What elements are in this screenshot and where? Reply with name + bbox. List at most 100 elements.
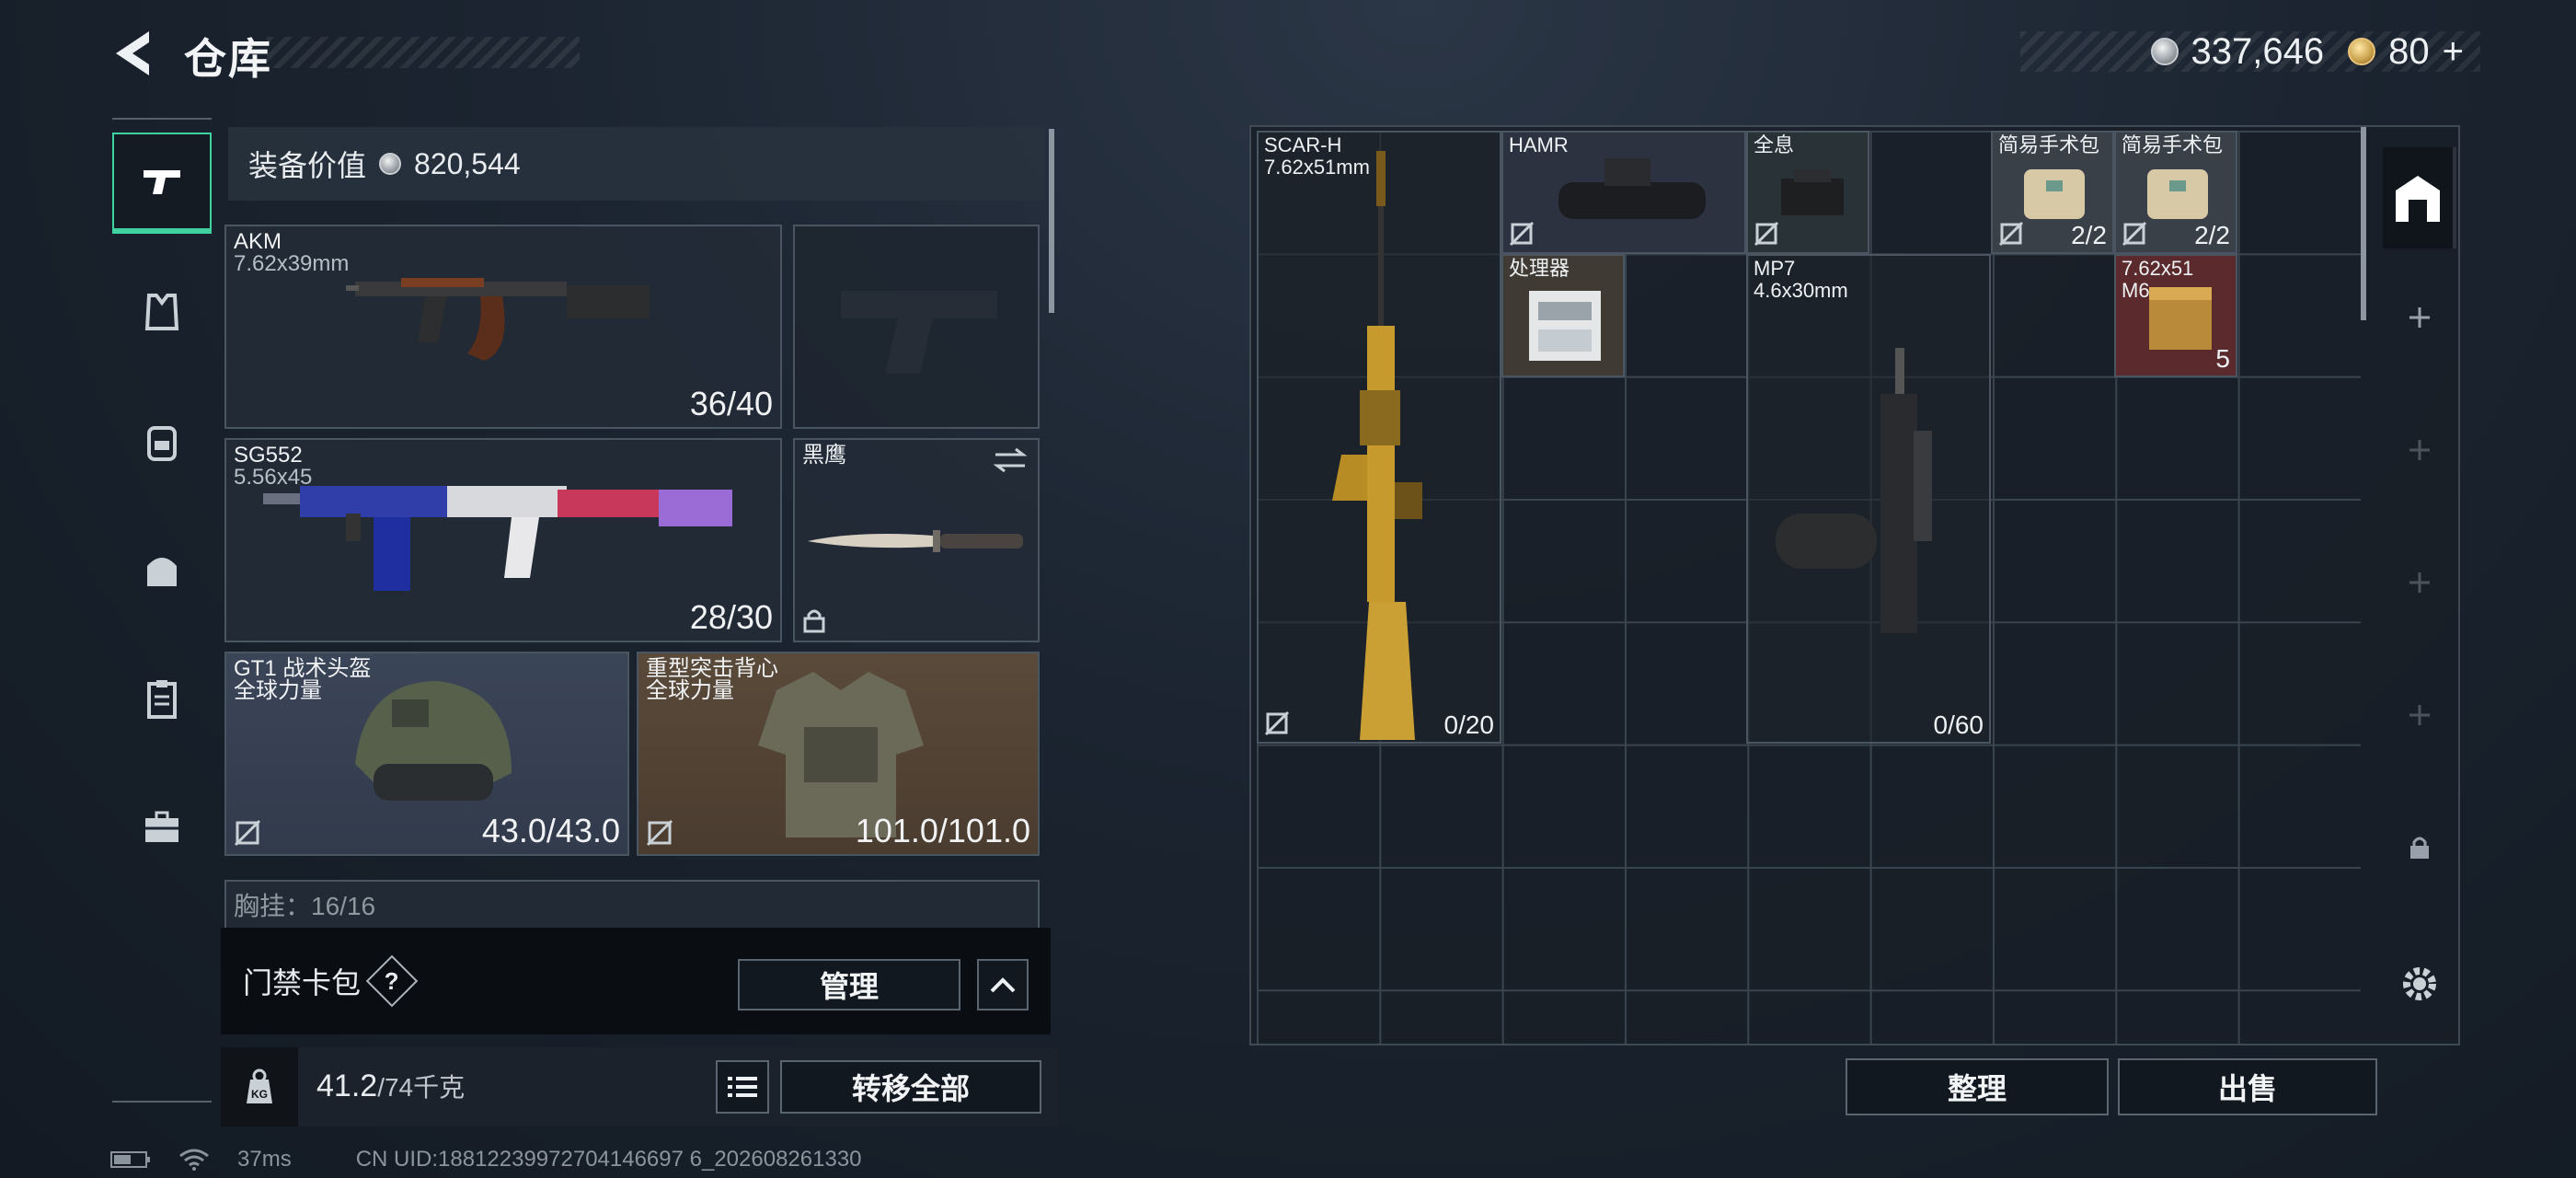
item-count: 0/20 [1443,710,1495,739]
gold-add-button[interactable]: + [2443,31,2464,73]
hamr-scope-image [1558,158,1706,219]
stash-item-mp7[interactable]: MP7 4.6x30mm 0/60 [1746,254,1991,744]
stash-item-medkit[interactable]: 简易手术包 2/2 [1991,131,2114,254]
stash-grid: SCAR-H 7.62x51mm 0/20 HAMR 全息 简易手术包 2/2 … [1249,125,2460,1045]
tab-clipboard[interactable] [112,648,212,749]
item-count: 2/2 [2071,221,2107,249]
stash-page-add[interactable] [2383,399,2456,501]
collapse-button[interactable] [977,959,1029,1011]
list-icon [728,1077,757,1097]
stash-page-add[interactable] [2383,267,2456,368]
wifi-icon [179,1149,209,1171]
weapon-ammo: 36/40 [689,385,773,422]
stash-item-ammo-box[interactable]: 7.62x51 M6... 5 [2114,254,2237,377]
pistol-icon [144,170,180,194]
item-name: 7.62x51 [2122,257,2194,280]
chevron-up-icon [990,977,1016,993]
helmet-slot[interactable]: GT1 战术头盔 全球力量 43.0/43.0 [224,652,629,856]
primary-weapon-slot[interactable]: AKM 7.62x39mm 36/40 [224,225,782,429]
weight-kg-icon: KG [247,1068,272,1103]
status-line: 37ms CN UID:18812239972704146697 6_20260… [110,1147,862,1172]
backpack-icon [147,426,177,461]
equipment-value-label: 装备价值 [248,149,367,182]
swap-arrows-icon[interactable] [992,447,1029,473]
stash-page-rail [2383,129,2456,1049]
no-repair-icon [1998,221,2024,247]
lock-icon [2410,837,2429,859]
stash-page-add[interactable] [2383,532,2456,633]
ping-readout: 37ms [237,1147,292,1172]
briefcase-icon [145,811,178,842]
stash-item-medkit[interactable]: 简易手术包 2/2 [2114,131,2237,254]
stash-scrollbar[interactable] [2361,127,2366,320]
clipboard-icon [147,680,177,719]
item-name: 处理器 [1509,257,1570,280]
item-name: MP7 [1754,257,1796,280]
stash-page-locked[interactable] [2383,797,2456,898]
silver-amount: 337,646 [2191,30,2325,72]
gold-amount: 80 [2388,30,2430,72]
sort-button[interactable]: 整理 [1846,1058,2109,1115]
melee-name: 黑鹰 [802,443,846,468]
plus-icon [2409,440,2430,460]
medkit-image [2147,169,2208,219]
pistol-silhouette-icon [841,291,997,374]
stash-page-home[interactable] [2383,147,2456,248]
tab-weapons[interactable] [112,133,212,234]
no-repair-icon [1264,710,1290,736]
stash-item-holo-sight[interactable]: 全息 [1746,131,1869,254]
item-count: 0/60 [1933,710,1984,739]
loadout-scrollbar[interactable] [1049,129,1054,313]
help-button[interactable]: ? [365,954,419,1008]
no-repair-icon [234,819,261,847]
back-arrow-icon [116,31,149,75]
item-count: 2/2 [2194,221,2230,249]
helmet-brand: 全球力量 [234,678,322,703]
armor-brand: 全球力量 [646,678,734,703]
lock-icon [803,609,825,633]
back-button[interactable] [109,28,164,79]
warehouse-icon [2396,176,2440,222]
tab-case[interactable] [112,777,212,878]
weight-readout: 41.2/74千克 [316,1068,465,1104]
weight-max: /74千克 [377,1073,466,1102]
plus-icon [2409,572,2430,593]
category-nav [112,118,212,1103]
plus-icon [2409,705,2430,725]
weight-current: 41.2 [316,1068,378,1103]
settings-button[interactable] [2383,933,2456,1034]
chest-rig-slot[interactable]: 胸挂：16/16 [224,880,1040,928]
no-repair-icon [1509,221,1535,247]
stash-page-add[interactable] [2383,664,2456,766]
gear-icon [2403,967,2436,1000]
no-repair-icon [2122,221,2147,247]
equipment-value-bar: 装备价值 820,544 [228,127,1045,201]
no-repair-icon [1754,221,1779,247]
sidearm-slot[interactable] [793,225,1040,429]
title-hatch [267,37,580,68]
sg552-rifle-image [263,486,732,591]
battery-icon [110,1151,150,1168]
currency-bar: 337,646 80 + [2020,31,2480,72]
sell-button[interactable]: 出售 [2118,1058,2377,1115]
secondary-weapon-slot[interactable]: SG552 5.56x45 28/30 [224,438,782,642]
tab-pouch[interactable] [112,519,212,620]
stash-item-scar-h[interactable]: SCAR-H 7.62x51mm 0/20 [1257,131,1501,744]
armor-durability: 101.0/101.0 [855,812,1030,849]
armor-slot[interactable]: 重型突击背心 全球力量 101.0/101.0 [637,652,1040,856]
stash-item-processor[interactable]: 处理器 [1501,254,1625,377]
ammo-box-image [2149,287,2212,350]
manage-button[interactable]: 管理 [738,959,960,1011]
uid-readout: CN UID:18812239972704146697 6_2026082613… [355,1147,862,1172]
pouch-icon [147,558,177,586]
item-count: 5 [2215,344,2230,373]
tab-armor[interactable] [112,261,212,363]
plus-icon [2409,307,2430,328]
stash-item-hamr-scope[interactable]: HAMR [1501,131,1746,254]
tab-backpack[interactable] [112,390,212,491]
list-view-button[interactable] [716,1060,769,1114]
silver-coin-icon [379,153,402,175]
transfer-all-button[interactable]: 转移全部 [780,1060,1041,1114]
chest-rig-label: 胸挂：16/16 [234,892,376,920]
melee-slot[interactable]: 黑鹰 [793,438,1040,642]
